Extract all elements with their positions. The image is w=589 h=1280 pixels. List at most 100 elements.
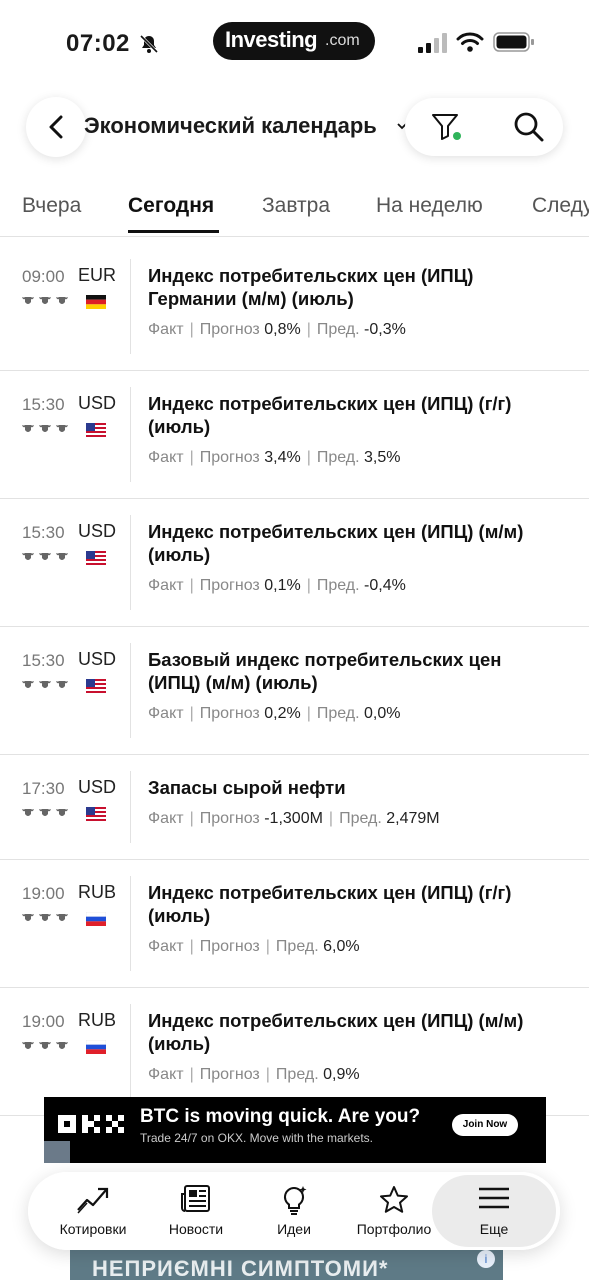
previous-label: Пред.: [316, 321, 360, 338]
bull-icon: [56, 553, 68, 560]
ad-banner[interactable]: BTC is moving quick. Are you? Trade 24/7…: [44, 1097, 546, 1163]
fact-label: Факт: [148, 577, 184, 594]
event-currency: USD: [78, 393, 117, 413]
ad-join-button[interactable]: Join Now: [452, 1114, 518, 1136]
previous-value: 3,5%: [364, 449, 401, 466]
battery-icon: [493, 32, 534, 52]
event-currency: USD: [78, 521, 117, 541]
event-row[interactable]: 15:30 USD Базовый индекс потребительских ц…: [0, 627, 589, 755]
bull-icon: [56, 425, 68, 432]
nav-more[interactable]: Еще: [432, 1172, 556, 1250]
importance-indicator: [21, 551, 69, 563]
event-values: Факт | Прогноз -1,300M | Пред. 2,479M: [148, 810, 440, 827]
filter-icon[interactable]: [430, 111, 464, 143]
signal-icon: [418, 33, 447, 53]
previous-label: Пред.: [275, 938, 319, 955]
importance-indicator: [21, 807, 69, 819]
page-title[interactable]: Экономический календарь: [84, 113, 377, 139]
chart-trend-icon: [77, 1187, 109, 1214]
tab-today[interactable]: Сегодня: [128, 194, 214, 218]
status-time: 07:02: [66, 30, 130, 57]
bull-icon: [56, 809, 68, 816]
event-currency: EUR: [78, 265, 117, 285]
previous-value: 2,479M: [386, 810, 440, 827]
importance-indicator: [21, 423, 69, 435]
event-time: 15:30: [22, 651, 65, 670]
forecast-value: -1,300M: [264, 810, 323, 827]
divider: [130, 876, 131, 971]
event-title[interactable]: Индекс потребительских цен (ИПЦ) (г/г) (…: [148, 881, 558, 927]
fact-label: Факт: [148, 810, 184, 827]
previous-value: -0,3%: [364, 321, 406, 338]
nav-quotes-label: Котировки: [59, 1221, 127, 1237]
event-title[interactable]: Индекс потребительских цен (ИПЦ) (г/г) (…: [148, 392, 558, 438]
bull-icon: [56, 681, 68, 688]
nav-quotes[interactable]: Котировки: [40, 1172, 146, 1250]
lightbulb-icon: [283, 1186, 307, 1215]
importance-indicator: [21, 912, 69, 924]
tab-next[interactable]: Следу: [532, 194, 589, 218]
forecast-label: Прогноз: [199, 321, 260, 338]
event-title[interactable]: Индекс потребительских цен (ИПЦ) (м/м) (…: [148, 1009, 558, 1055]
active-tab-indicator: [128, 230, 219, 233]
event-time: 15:30: [22, 523, 65, 542]
ad-play-icon[interactable]: [44, 1141, 70, 1163]
bell-muted-icon: [139, 34, 159, 54]
bull-icon: [39, 297, 51, 304]
event-title[interactable]: Базовый индекс потребительских цен (ИПЦ)…: [148, 648, 558, 694]
search-icon[interactable]: [513, 111, 545, 143]
fact-label: Факт: [148, 938, 184, 955]
forecast-label: Прогноз: [199, 810, 260, 827]
fact-label: Факт: [148, 449, 184, 466]
fact-label: Факт: [148, 705, 184, 722]
event-currency: USD: [78, 649, 117, 669]
star-icon: [380, 1186, 408, 1213]
ad-info-icon[interactable]: i: [477, 1250, 495, 1268]
previous-label: Пред.: [316, 577, 360, 594]
importance-indicator: [21, 679, 69, 691]
logo-brand: Investing: [225, 27, 318, 52]
bull-icon: [39, 681, 51, 688]
wifi-icon: [456, 32, 484, 52]
event-values: Факт | Прогноз | Пред. 6,0%: [148, 938, 360, 955]
event-row[interactable]: 19:00 RUB Индекс потребительских цен (ИПЦ)…: [0, 860, 589, 988]
flag-usa-icon: [86, 551, 106, 565]
tab-yesterday[interactable]: Вчера: [22, 194, 81, 218]
event-values: Факт | Прогноз 0,8% | Пред. -0,3%: [148, 321, 406, 338]
previous-value: 0,0%: [364, 705, 401, 722]
event-time: 19:00: [22, 1012, 65, 1031]
tab-tomorrow[interactable]: Завтра: [262, 194, 330, 218]
nav-news[interactable]: Новости: [143, 1172, 249, 1250]
bull-icon: [39, 1042, 51, 1049]
bull-icon: [56, 1042, 68, 1049]
divider: [130, 387, 131, 482]
tab-week[interactable]: На неделю: [376, 194, 483, 218]
event-row[interactable]: 09:00 EUR Индекс потребительских цен (ИПЦ)…: [0, 243, 589, 371]
ad-subline: Trade 24/7 on OKX. Move with the markets…: [140, 1131, 373, 1145]
flag-usa-icon: [86, 807, 106, 821]
bull-icon: [39, 553, 51, 560]
event-currency: RUB: [78, 1010, 117, 1030]
event-title[interactable]: Индекс потребительских цен (ИПЦ) (м/м) (…: [148, 520, 558, 566]
event-row[interactable]: 15:30 USD Индекс потребительских цен (ИПЦ)…: [0, 371, 589, 499]
previous-label: Пред.: [339, 810, 382, 827]
previous-value: 6,0%: [323, 938, 360, 955]
flag-usa-icon: [86, 423, 106, 437]
event-time: 15:30: [22, 395, 65, 414]
previous-value: -0,4%: [364, 577, 406, 594]
flag-usa-icon: [86, 679, 106, 693]
divider: [130, 771, 131, 843]
event-title[interactable]: Запасы сырой нефти: [148, 776, 558, 799]
event-title[interactable]: Индекс потребительских цен (ИПЦ) Германи…: [148, 264, 558, 310]
event-currency: RUB: [78, 882, 117, 902]
back-button[interactable]: [26, 97, 86, 157]
event-row[interactable]: 17:30 USD Запасы сырой нефти Факт | Прогноз -…: [0, 755, 589, 860]
bull-icon: [22, 681, 34, 688]
nav-ideas[interactable]: Идеи: [241, 1172, 347, 1250]
bottom-ad-text: НЕПРИЄМНІ СИМПТОМИ*: [92, 1256, 389, 1280]
bull-icon: [22, 297, 34, 304]
event-row[interactable]: 15:30 USD Индекс потребительских цен (ИПЦ)…: [0, 499, 589, 627]
bottom-ad[interactable]: НЕПРИЄМНІ СИМПТОМИ* i: [70, 1250, 503, 1280]
bull-icon: [39, 914, 51, 921]
fact-label: Факт: [148, 1066, 184, 1083]
